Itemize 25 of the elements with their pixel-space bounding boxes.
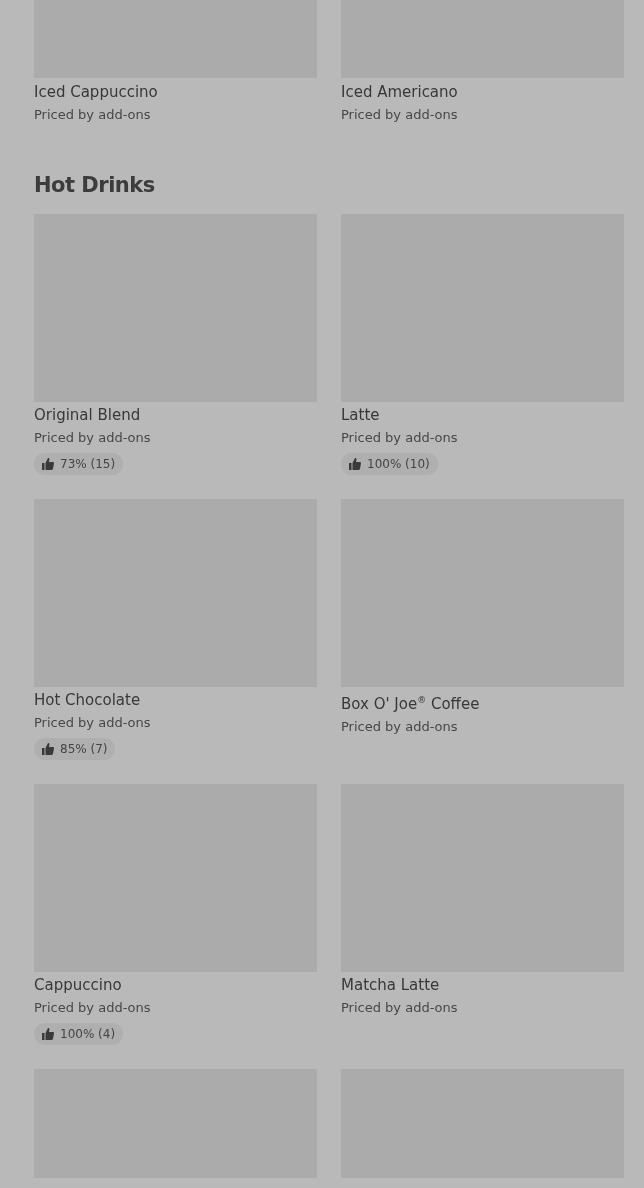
rating-badge: 85% (7)	[34, 738, 116, 760]
item-price: Priced by add-ons	[341, 429, 458, 447]
item-name: Cappuccino	[34, 975, 122, 995]
item-name: Original Blend	[34, 405, 141, 425]
rating-badge: 73% (15)	[34, 453, 124, 475]
item-name: Box O' Joe$^{®}$ Coffee	[341, 694, 480, 714]
item-price: Priced by add-ons	[34, 429, 151, 447]
rating-badge: 100% (4)	[34, 1023, 124, 1045]
item-name: Latte	[341, 405, 380, 425]
item-price: Priced by add-ons	[34, 999, 151, 1017]
item-name: Matcha Latte	[341, 975, 440, 995]
item-name: Iced Cappuccino	[34, 82, 158, 102]
item-name: Hot Chocolate	[34, 690, 141, 710]
section-heading: Hot Drinks	[34, 172, 156, 198]
thumbs-up-icon	[42, 458, 54, 470]
item-name: Iced Americano	[341, 82, 458, 102]
item-price: Priced by add-ons	[341, 106, 458, 124]
rating-badge: 100% (10)	[341, 453, 438, 475]
item-price: Priced by add-ons	[341, 718, 458, 736]
thumbs-up-icon	[42, 1028, 54, 1040]
thumbs-up-icon	[42, 743, 54, 755]
item-price: Priced by add-ons	[34, 714, 151, 732]
item-price: Priced by add-ons	[341, 999, 458, 1017]
thumbs-up-icon	[349, 458, 361, 470]
item-price: Priced by add-ons	[34, 106, 151, 124]
